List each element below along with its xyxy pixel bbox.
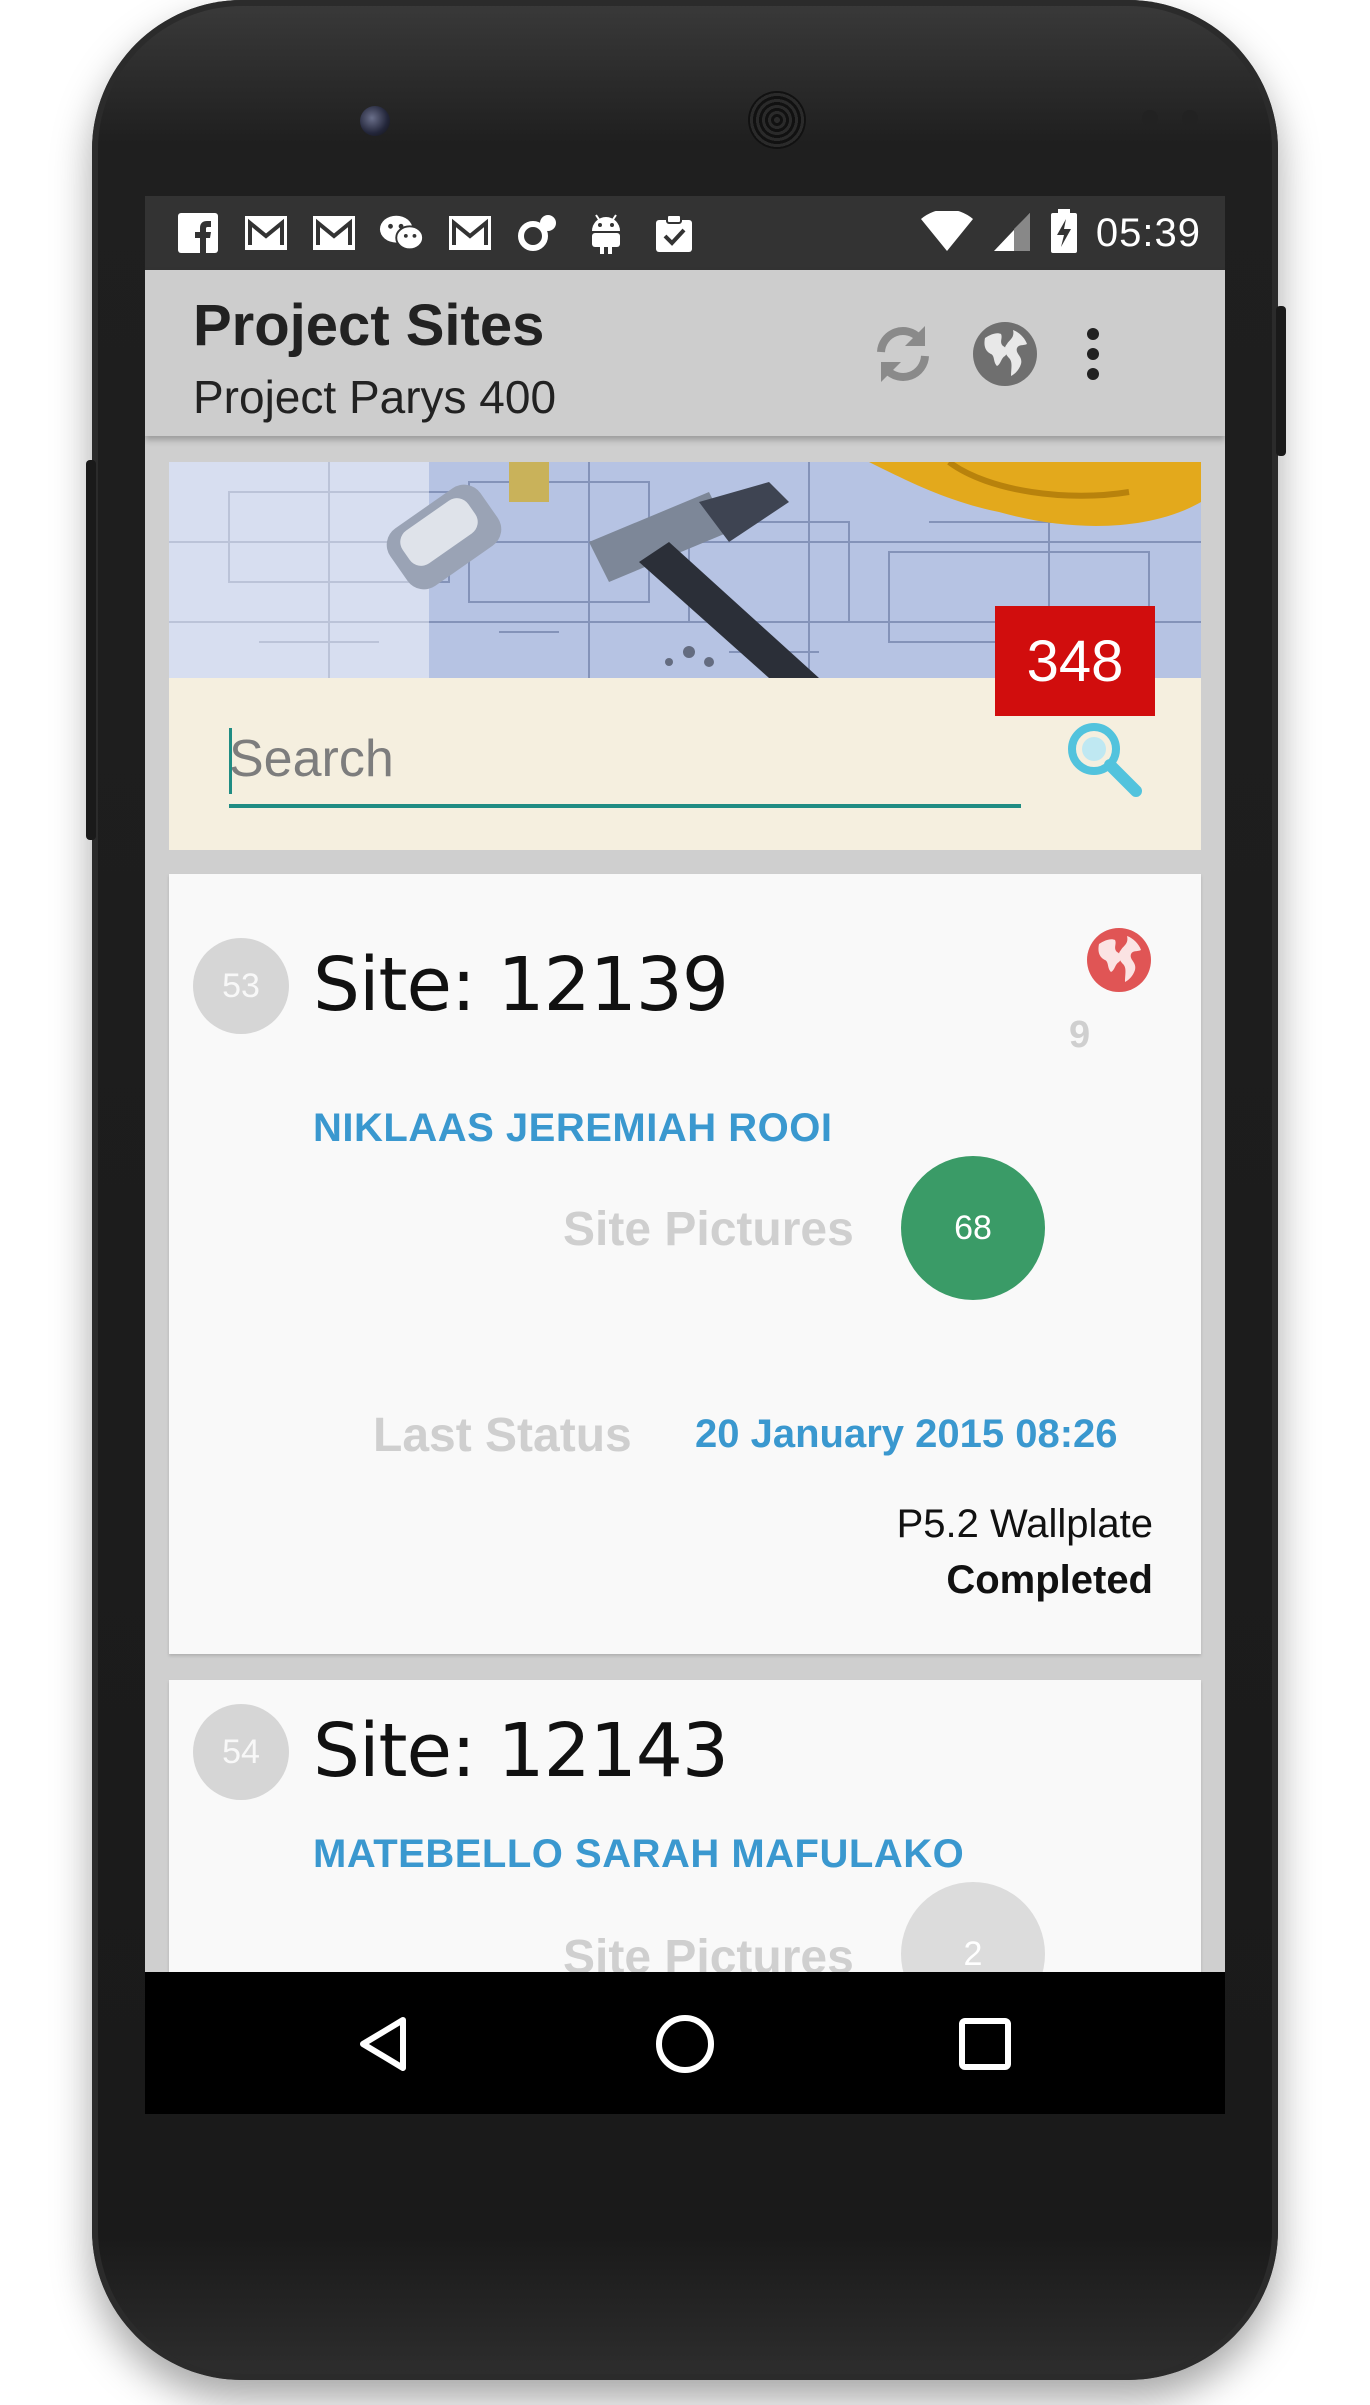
power-button bbox=[1276, 306, 1286, 456]
search-icon bbox=[1068, 723, 1142, 797]
site-index-badge: 54 bbox=[193, 1704, 289, 1800]
refresh-icon bbox=[877, 326, 929, 382]
globe-icon bbox=[1087, 928, 1151, 992]
site-title: Site: 12143 bbox=[313, 1708, 729, 1794]
back-icon bbox=[360, 2017, 406, 2071]
search-input[interactable] bbox=[229, 714, 1021, 808]
battery-charging-icon bbox=[1050, 208, 1078, 258]
recents-icon bbox=[959, 2018, 1011, 2070]
app-bar: Project Sites Project Parys 400 bbox=[145, 270, 1225, 436]
recents-button[interactable] bbox=[949, 2008, 1021, 2080]
status-bar: 05:39 bbox=[145, 196, 1225, 270]
text-cursor bbox=[229, 728, 232, 794]
volume-button bbox=[86, 460, 96, 840]
last-status-date: 20 January 2015 08:26 bbox=[695, 1412, 1118, 1456]
overflow-menu-icon bbox=[1087, 328, 1099, 380]
front-camera bbox=[360, 106, 390, 136]
signal-icon bbox=[992, 211, 1032, 256]
status-stage: P5.2 Wallplate bbox=[896, 1502, 1153, 1546]
site-title: Site: 12139 bbox=[313, 942, 729, 1028]
back-button[interactable] bbox=[347, 2008, 419, 2080]
android-icon bbox=[583, 211, 629, 255]
geotag-count: 9 bbox=[1069, 1014, 1091, 1056]
last-status-label: Last Status bbox=[373, 1409, 632, 1462]
facebook-icon bbox=[175, 211, 221, 255]
gmail-icon bbox=[447, 211, 493, 255]
site-pictures-label: Site Pictures bbox=[563, 1203, 854, 1256]
site-card[interactable]: 53 Site: 12139 9 NIKLAAS JEREMIAH ROOI S… bbox=[169, 874, 1201, 1654]
earpiece-speaker bbox=[748, 91, 806, 149]
proximity-sensor bbox=[1142, 110, 1158, 126]
site-pictures-count-button[interactable]: 68 bbox=[901, 1156, 1045, 1300]
page-subtitle: Project Parys 400 bbox=[193, 371, 557, 423]
site-card[interactable]: 54 Site: 12143 MATEBELLO SARAH MAFULAKO … bbox=[169, 1680, 1201, 2026]
site-count-badge: 348 bbox=[995, 606, 1155, 716]
wechat-icon bbox=[379, 211, 425, 255]
screen: 05:39 Project Sites Project Parys 400 34… bbox=[145, 196, 1225, 2114]
page-title: Project Sites bbox=[193, 293, 545, 358]
status-value: Completed bbox=[946, 1558, 1153, 1602]
search-button[interactable] bbox=[1059, 714, 1149, 804]
site-index-badge: 53 bbox=[193, 938, 289, 1034]
refresh-button[interactable] bbox=[863, 314, 943, 394]
home-button[interactable] bbox=[649, 2008, 721, 2080]
home-icon bbox=[656, 2015, 714, 2073]
overflow-menu-button[interactable] bbox=[1063, 314, 1123, 394]
globe-icon bbox=[973, 322, 1037, 386]
sync-link-icon bbox=[515, 211, 561, 255]
site-owner-name: NIKLAAS JEREMIAH ROOI bbox=[313, 1106, 833, 1150]
geotag-button[interactable] bbox=[1085, 926, 1153, 994]
wifi-icon bbox=[920, 208, 974, 256]
navigation-bar bbox=[145, 1972, 1225, 2114]
site-list-content: 348 53 Site: 12139 bbox=[145, 436, 1225, 2114]
light-sensor bbox=[1182, 110, 1198, 126]
site-owner-name: MATEBELLO SARAH MAFULAKO bbox=[313, 1832, 965, 1876]
map-button[interactable] bbox=[965, 314, 1045, 394]
status-time: 05:39 bbox=[1095, 210, 1201, 255]
clipboard-check-icon bbox=[651, 211, 697, 255]
gmail-icon bbox=[311, 211, 357, 255]
gmail-icon bbox=[243, 211, 289, 255]
